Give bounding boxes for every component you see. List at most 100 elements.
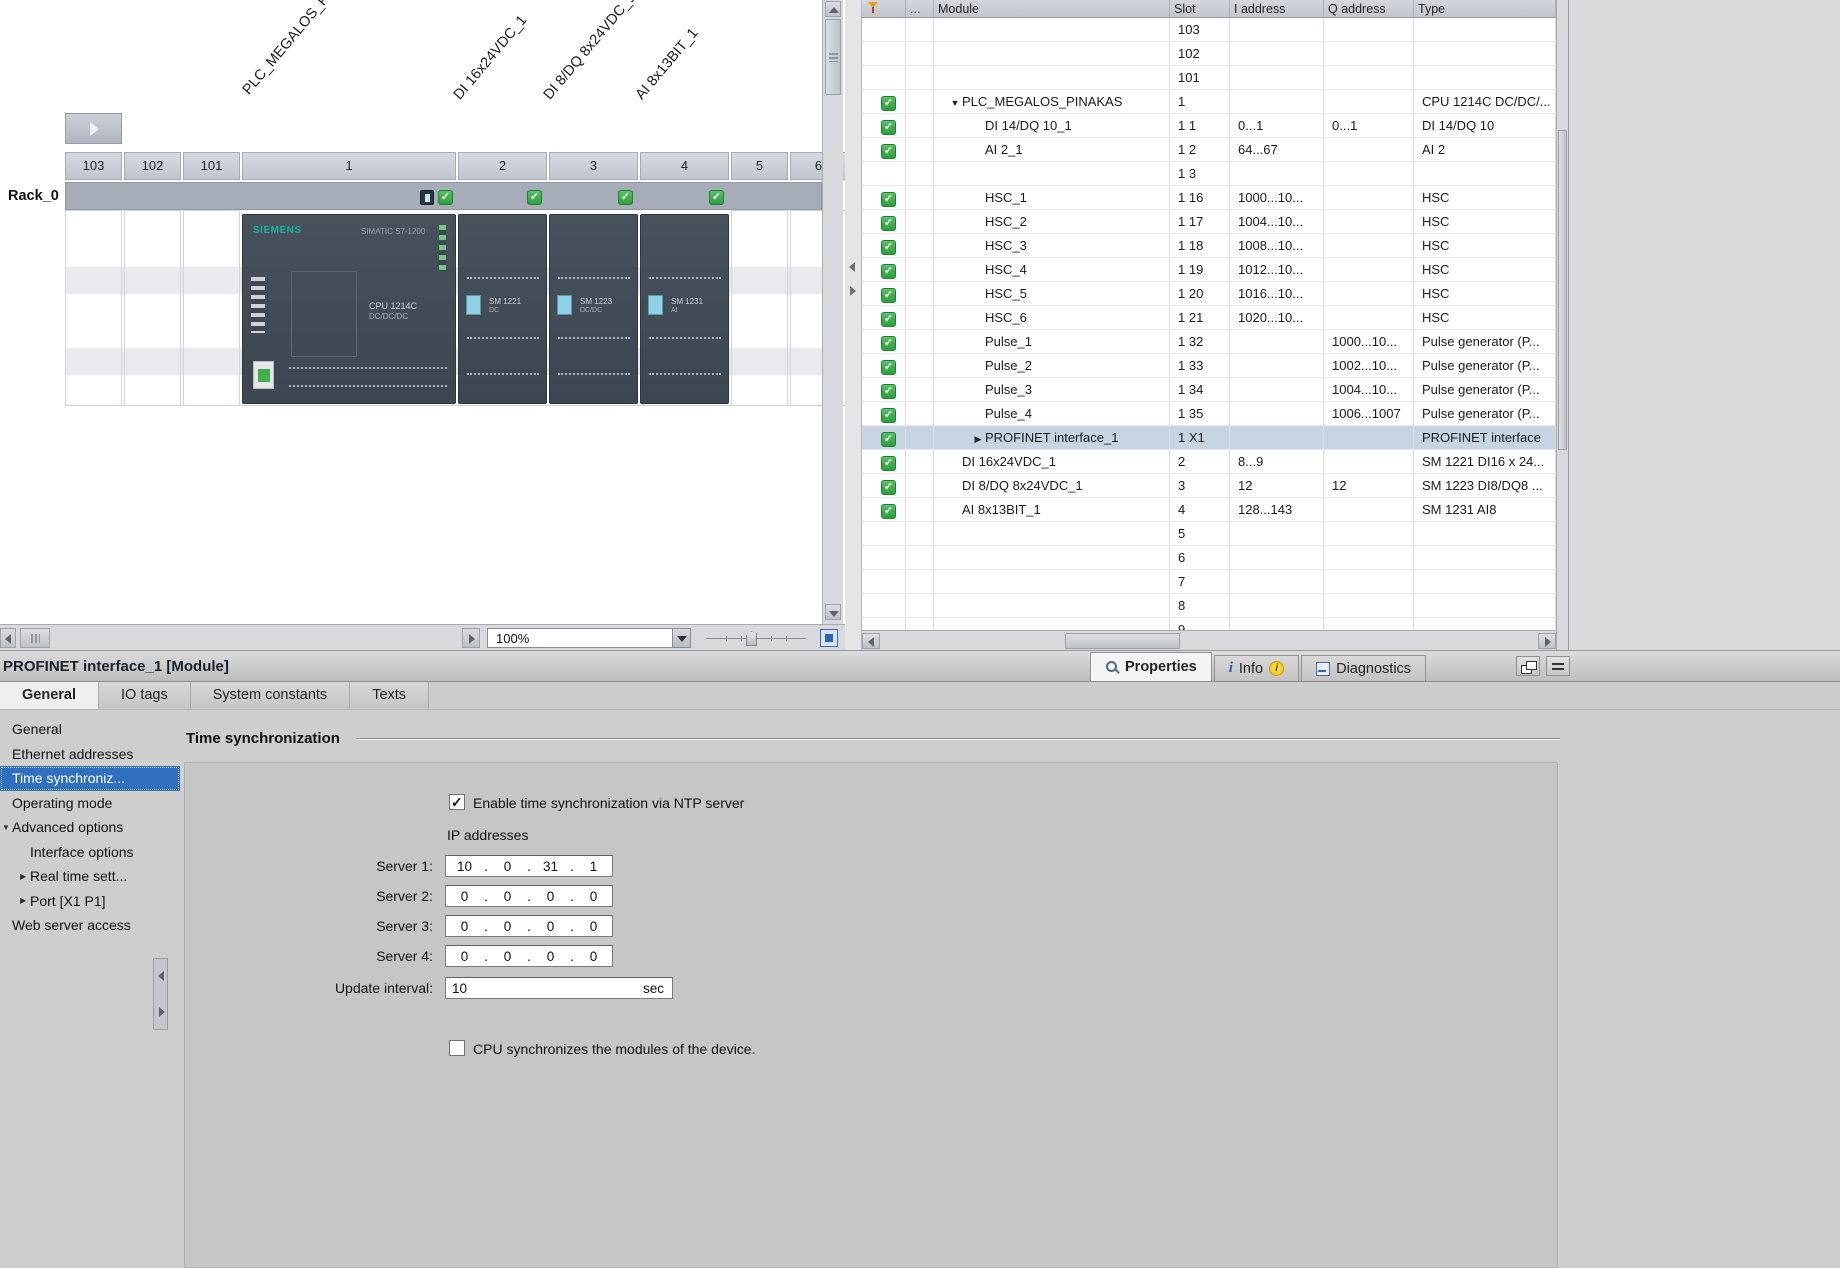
sm-module-slot3[interactable]: SM 1223 DC/DC xyxy=(549,214,638,404)
rack-nav-button[interactable] xyxy=(65,113,122,144)
cpu-module[interactable]: SIEMENS SIMATIC S7-1200 CPU 1214C DC/DC/… xyxy=(242,214,456,404)
device-row[interactable]: 9 xyxy=(862,618,1556,630)
tab-properties[interactable]: Properties xyxy=(1090,652,1212,681)
table-vscroll-thumb[interactable] xyxy=(1558,130,1567,450)
row-type-cell: SM 1231 AI8 xyxy=(1414,498,1556,521)
server-ip-input[interactable]: 0000 xyxy=(445,945,613,967)
device-row[interactable]: 1 3 xyxy=(862,162,1556,186)
vscroll-down-button[interactable] xyxy=(825,604,841,620)
sm-module-slot4[interactable]: SM 1231 AI xyxy=(640,214,729,404)
zoom-dropdown-icon[interactable] xyxy=(672,629,690,647)
server-ip-input[interactable]: 0000 xyxy=(445,915,613,937)
collapse-left-icon[interactable] xyxy=(849,262,855,272)
properties-nav-item[interactable]: Web server access xyxy=(0,913,180,938)
update-interval-input[interactable]: 10 sec xyxy=(445,977,673,999)
device-row[interactable]: ✓ ▶PROFINET interface_1 1 X1 PROFINET in… xyxy=(862,426,1556,450)
expand-right-icon[interactable] xyxy=(850,286,856,296)
vscroll-thumb[interactable] xyxy=(825,19,841,95)
properties-nav-item[interactable]: Time synchroniz... xyxy=(0,766,180,791)
device-row[interactable]: ✓ DI 8/DQ 8x24VDC_1 3 12 12 SM 1223 DI8/… xyxy=(862,474,1556,498)
expander-icon[interactable]: ▶ xyxy=(20,896,30,905)
tab-diagnostics[interactable]: Diagnostics xyxy=(1301,655,1426,681)
device-row[interactable]: ✓ ▼PLC_MEGALOS_PINAKAS 1 CPU 1214C DC/DC… xyxy=(862,90,1556,114)
expander-icon[interactable]: ▼ xyxy=(948,92,962,113)
empty-slot-cell-101[interactable] xyxy=(183,210,240,406)
device-row[interactable]: 103 xyxy=(862,18,1556,42)
slot-header-cell[interactable]: 103 xyxy=(65,152,122,180)
server-ip-input[interactable]: 100311 xyxy=(445,855,613,877)
table-hscroll-thumb[interactable] xyxy=(1065,633,1180,649)
hscroll-thumb[interactable] xyxy=(20,628,50,648)
expander-icon[interactable]: ▶ xyxy=(20,872,30,881)
slot-header-cell[interactable]: 5 xyxy=(731,152,788,180)
properties-nav-item[interactable]: ▼ Advanced options xyxy=(0,815,180,840)
collapse-panel-icon[interactable] xyxy=(1546,656,1570,676)
properties-nav-item[interactable]: ▶ Port [X1 P1] xyxy=(0,889,180,914)
hscroll-left-button[interactable] xyxy=(0,628,16,648)
slot-header-cell[interactable]: 4 xyxy=(640,152,729,180)
empty-slot-cell-102[interactable] xyxy=(124,210,181,406)
slot-header-cell[interactable]: 2 xyxy=(458,152,547,180)
pane-splitter[interactable] xyxy=(845,0,862,650)
cpu-sync-checkbox[interactable] xyxy=(449,1040,465,1056)
slot-header-cell[interactable]: 101 xyxy=(183,152,240,180)
module-column-header[interactable]: Module xyxy=(934,0,1170,17)
row-slot-cell: 101 xyxy=(1170,66,1230,89)
device-row[interactable]: ✓ Pulse_3 1 34 1004...10... Pulse genera… xyxy=(862,378,1556,402)
properties-body: General Ethernet addresses Time synchron… xyxy=(0,710,1840,1268)
table-hscroll-left-button[interactable] xyxy=(862,633,880,649)
device-row[interactable]: 8 xyxy=(862,594,1556,618)
hscroll-right-button[interactable] xyxy=(462,628,480,648)
slot-header-cell[interactable]: 102 xyxy=(124,152,181,180)
device-row[interactable]: ✓ AI 8x13BIT_1 4 128...143 SM 1231 AI8 xyxy=(862,498,1556,522)
float-panel-icon[interactable] xyxy=(1516,656,1540,676)
server-ip-input[interactable]: 0000 xyxy=(445,885,613,907)
tab-system-constants[interactable]: System constants xyxy=(191,682,350,709)
tab-info[interactable]: i Info i xyxy=(1214,655,1299,681)
vscroll-up-button[interactable] xyxy=(825,1,841,17)
device-row[interactable]: ✓ Pulse_2 1 33 1002...10... Pulse genera… xyxy=(862,354,1556,378)
expander-icon[interactable]: ▶ xyxy=(971,428,985,449)
empty-slot-cell-5[interactable] xyxy=(731,210,788,406)
expander-icon[interactable]: ▼ xyxy=(2,823,12,832)
zoom-select[interactable]: 100% xyxy=(487,628,691,648)
device-row[interactable]: ✓ DI 14/DQ 10_1 1 1 0...1 0...1 DI 14/DQ… xyxy=(862,114,1556,138)
device-row[interactable]: ✓ HSC_1 1 16 1000...10... HSC xyxy=(862,186,1556,210)
properties-nav-item[interactable]: General xyxy=(0,717,180,742)
slot-column-header[interactable]: Slot xyxy=(1170,0,1230,17)
device-row[interactable]: ✓ HSC_3 1 18 1008...10... HSC xyxy=(862,234,1556,258)
properties-nav-item[interactable]: Operating mode xyxy=(0,791,180,816)
slot-header-cell[interactable]: 1 xyxy=(242,152,456,180)
device-row[interactable]: ✓ Pulse_4 1 35 1006...1007 Pulse generat… xyxy=(862,402,1556,426)
device-row[interactable]: ✓ HSC_2 1 17 1004...10... HSC xyxy=(862,210,1556,234)
device-row[interactable]: ✓ AI 2_1 1 2 64...67 AI 2 xyxy=(862,138,1556,162)
comment-header-cell[interactable]: ... xyxy=(906,0,934,17)
qaddress-column-header[interactable]: Q address xyxy=(1324,0,1414,17)
device-row[interactable]: ✓ Pulse_1 1 32 1000...10... Pulse genera… xyxy=(862,330,1556,354)
device-row[interactable]: 6 xyxy=(862,546,1556,570)
properties-nav-item[interactable]: ▶ Real time sett... xyxy=(0,864,180,889)
device-row[interactable]: 102 xyxy=(862,42,1556,66)
device-row[interactable]: 101 xyxy=(862,66,1556,90)
device-row[interactable]: 7 xyxy=(862,570,1556,594)
table-hscroll-right-button[interactable] xyxy=(1538,633,1556,649)
iaddress-column-header[interactable]: I address xyxy=(1230,0,1324,17)
device-row[interactable]: 5 xyxy=(862,522,1556,546)
device-row[interactable]: ✓ DI 16x24VDC_1 2 8...9 SM 1221 DI16 x 2… xyxy=(862,450,1556,474)
slot-header-cell[interactable]: 3 xyxy=(549,152,638,180)
properties-nav-item[interactable]: Interface options xyxy=(0,840,180,865)
fit-to-view-icon[interactable] xyxy=(820,629,838,647)
tab-texts[interactable]: Texts xyxy=(350,682,429,709)
tab-io-tags[interactable]: IO tags xyxy=(99,682,191,709)
filter-header-cell[interactable] xyxy=(862,0,906,17)
ntp-enable-checkbox[interactable] xyxy=(449,794,465,810)
empty-slot-cell-103[interactable] xyxy=(65,210,122,406)
device-row[interactable]: ✓ HSC_5 1 20 1016...10... HSC xyxy=(862,282,1556,306)
sm-module-slot2[interactable]: SM 1221 DC xyxy=(458,214,547,404)
device-row[interactable]: ✓ HSC_4 1 19 1012...10... HSC xyxy=(862,258,1556,282)
device-row[interactable]: ✓ HSC_6 1 21 1020...10... HSC xyxy=(862,306,1556,330)
nav-splitter-handle[interactable] xyxy=(153,958,168,1030)
tab-general[interactable]: General xyxy=(0,682,99,709)
properties-nav-item[interactable]: Ethernet addresses xyxy=(0,742,180,767)
type-column-header[interactable]: Type xyxy=(1414,0,1556,17)
